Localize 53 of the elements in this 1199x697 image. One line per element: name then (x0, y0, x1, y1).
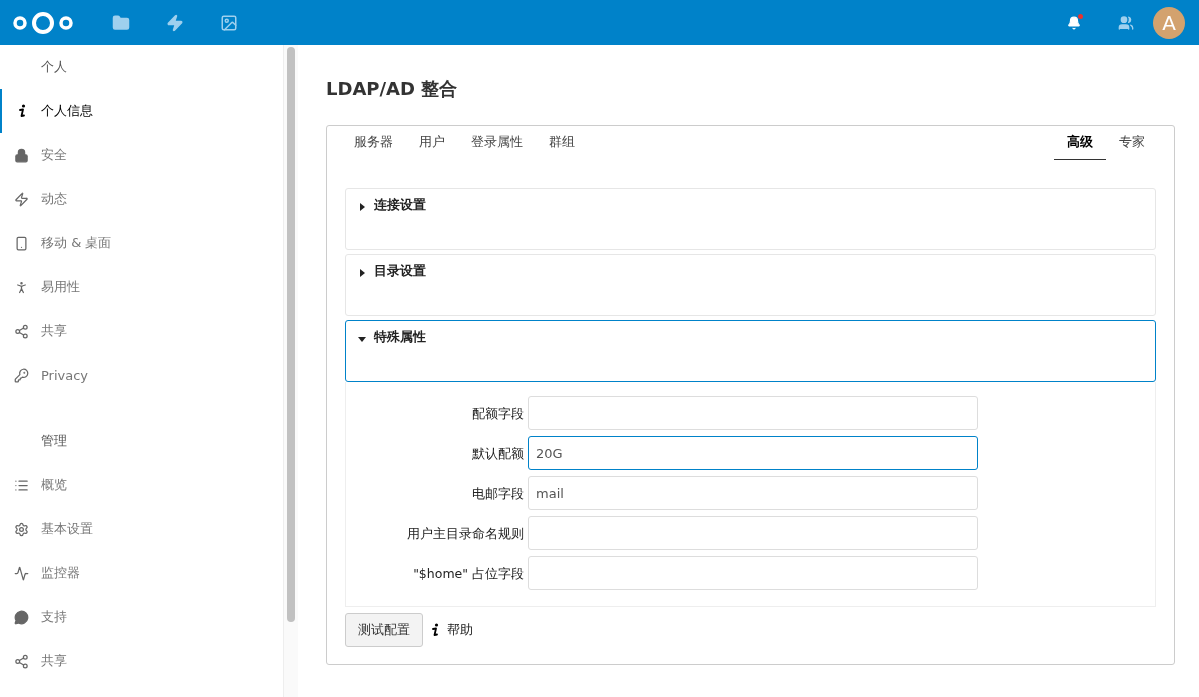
scrollbar[interactable] (287, 47, 295, 622)
sidebar-item[interactable]: Privacy (0, 353, 283, 397)
field-label: 用户主目录命名规则 (406, 525, 525, 543)
sidebar-item[interactable]: 共享 (0, 309, 283, 353)
accordion-header[interactable]: 特殊属性 (345, 320, 1156, 382)
info-icon (17, 104, 26, 118)
test-config-button[interactable]: 测试配置 (345, 613, 423, 647)
page-title: LDAP/AD 整合 (326, 77, 459, 101)
accordion-header[interactable]: 连接设置 (345, 188, 1156, 250)
share-icon (14, 653, 29, 669)
share-icon (14, 323, 29, 339)
help-link[interactable]: 帮助 (447, 621, 473, 639)
lock-icon (14, 147, 29, 163)
settings-icon (14, 521, 29, 537)
sidebar-item[interactable]: 易用性 (0, 265, 283, 309)
sidebar-heading: 管理 (40, 432, 68, 450)
key-icon (14, 367, 29, 383)
lightning-icon (14, 191, 29, 207)
input-field[interactable] (528, 396, 978, 430)
caret-icon (358, 203, 366, 211)
caret-icon (358, 335, 366, 343)
input-field[interactable]: mail (528, 476, 978, 510)
phone-icon (14, 235, 29, 251)
tab[interactable]: 服务器 (341, 126, 406, 160)
list-icon (14, 477, 29, 493)
tab[interactable]: 专家 (1106, 126, 1158, 160)
logo[interactable] (12, 10, 74, 35)
sidebar-item[interactable]: 支持 (0, 595, 283, 639)
caret-icon (358, 269, 366, 277)
tab[interactable]: 用户 (406, 126, 458, 160)
input-field[interactable] (528, 556, 978, 590)
sidebar-item[interactable]: 基本设置 (0, 507, 283, 551)
person-icon (14, 279, 29, 295)
tab[interactable]: 高级 (1054, 126, 1106, 160)
sidebar-item[interactable]: 概览 (0, 463, 283, 507)
info-icon (431, 623, 439, 637)
field-label: 默认配额 (471, 445, 525, 463)
input-field[interactable]: 20G (528, 436, 978, 470)
sidebar-item[interactable]: 共享 (0, 639, 283, 683)
sidebar-item[interactable]: 移动 & 桌面 (0, 221, 283, 265)
tab[interactable]: 群组 (536, 126, 588, 160)
pulse-icon (14, 565, 29, 581)
accordion-header[interactable]: 目录设置 (345, 254, 1156, 316)
sidebar-heading: 个人 (40, 58, 68, 76)
field-label: "$home" 占位字段 (412, 565, 525, 583)
sidebar-item[interactable]: 监控器 (0, 551, 283, 595)
tab[interactable]: 登录属性 (458, 126, 536, 160)
field-label: 配额字段 (471, 405, 525, 423)
sidebar-item[interactable]: 动态 (0, 177, 283, 221)
sidebar-item[interactable]: 安全 (0, 133, 283, 177)
input-field[interactable] (528, 516, 978, 550)
field-label: 电邮字段 (471, 485, 525, 503)
speech-bubble-icon (14, 609, 29, 625)
